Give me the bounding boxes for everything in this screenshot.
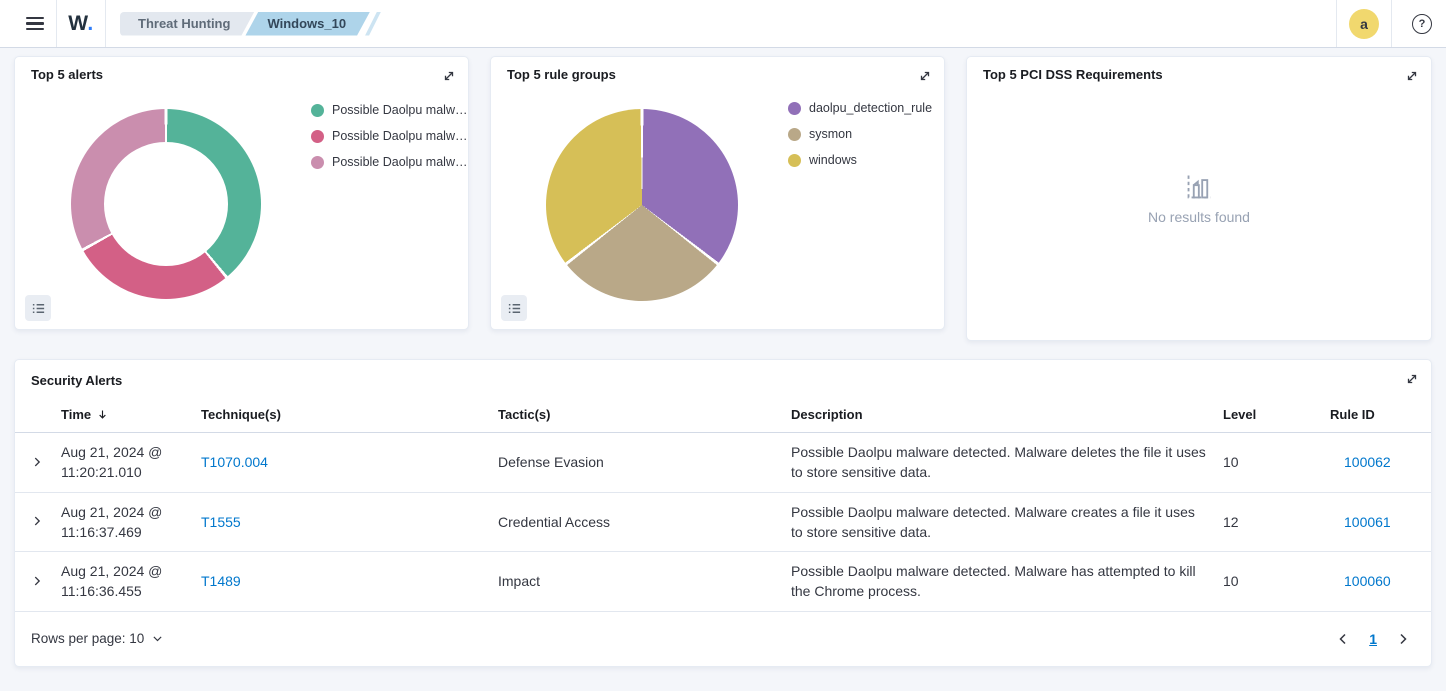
expand-icon[interactable] — [439, 66, 459, 86]
donut-chart-top-alerts[interactable] — [71, 109, 261, 299]
legend-label: daolpu_detection_rule — [809, 101, 932, 115]
technique-link[interactable]: T1070.004 — [201, 454, 268, 470]
hamburger-icon — [26, 17, 44, 19]
row-expander-button[interactable] — [26, 569, 50, 593]
legend-label: Possible Daolpu malw… — [332, 129, 467, 143]
panel-title: Top 5 alerts — [31, 67, 103, 82]
rule-id-link[interactable]: 100062 — [1344, 454, 1391, 470]
expand-icon[interactable] — [1402, 66, 1422, 86]
legend: daolpu_detection_rule sysmon windows — [788, 101, 932, 167]
wazuh-logo: W. — [57, 12, 105, 36]
time-cell: Aug 21, 2024 @ 11:20:21.010 — [61, 433, 201, 493]
chevron-down-icon — [151, 632, 164, 645]
legend-dot — [788, 102, 801, 115]
top-navigation-bar: W. Threat Hunting Windows_10 a ? — [0, 0, 1446, 48]
panel-top-5-alerts: Top 5 alerts Possible Daolpu malw… Possi… — [14, 56, 469, 330]
level-cell: 10 — [1223, 433, 1316, 493]
security-alerts-panel: Security Alerts Time Technique(s) Tactic… — [14, 359, 1432, 667]
list-view-button[interactable] — [25, 295, 51, 321]
tactic-cell: Defense Evasion — [498, 433, 791, 493]
panel-title: Top 5 PCI DSS Requirements — [983, 67, 1163, 82]
column-header-level[interactable]: Level — [1223, 397, 1316, 433]
legend-dot — [311, 156, 324, 169]
table-row: Aug 21, 2024 @ 11:16:37.469 T1555 Creden… — [15, 492, 1431, 552]
visualization-row: Top 5 alerts Possible Daolpu malw… Possi… — [14, 56, 1432, 341]
level-cell: 10 — [1223, 552, 1316, 612]
legend-item[interactable]: Possible Daolpu malw… — [311, 103, 467, 117]
panel-top-5-rule-groups: Top 5 rule groups daolpu_detection_rule … — [490, 56, 945, 330]
legend-item[interactable]: Possible Daolpu malw… — [311, 155, 467, 169]
time-cell: Aug 21, 2024 @ 11:16:37.469 — [61, 492, 201, 552]
chevron-right-icon — [30, 574, 44, 588]
list-icon — [31, 301, 46, 316]
chevron-right-icon — [1395, 631, 1411, 647]
level-cell: 12 — [1223, 492, 1316, 552]
expand-icon[interactable] — [1402, 369, 1422, 389]
divider — [105, 0, 106, 47]
description-cell: Possible Daolpu malware detected. Malwar… — [791, 552, 1223, 612]
description-cell: Possible Daolpu malware detected. Malwar… — [791, 433, 1223, 493]
legend-label: Possible Daolpu malw… — [332, 155, 467, 169]
technique-link[interactable]: T1555 — [201, 514, 241, 530]
column-header-description[interactable]: Description — [791, 397, 1223, 433]
column-header-tactics[interactable]: Tactic(s) — [498, 397, 791, 433]
empty-state: No results found — [967, 57, 1431, 340]
legend: Possible Daolpu malw… Possible Daolpu ma… — [311, 103, 467, 169]
table-row: Aug 21, 2024 @ 11:20:21.010 T1070.004 De… — [15, 433, 1431, 493]
legend-dot — [311, 104, 324, 117]
panel-title: Top 5 rule groups — [507, 67, 616, 82]
legend-label: windows — [809, 153, 857, 167]
legend-item[interactable]: Possible Daolpu malw… — [311, 129, 467, 143]
pie-chart-rule-groups[interactable] — [546, 109, 738, 301]
chevron-right-icon — [30, 455, 44, 469]
page-number[interactable]: 1 — [1365, 631, 1381, 647]
legend-item[interactable]: sysmon — [788, 127, 932, 141]
avatar[interactable]: a — [1349, 9, 1379, 39]
time-cell: Aug 21, 2024 @ 11:16:36.455 — [61, 552, 201, 612]
legend-item[interactable]: daolpu_detection_rule — [788, 101, 932, 115]
panel-top-5-pci-dss: Top 5 PCI DSS Requirements No results fo… — [966, 56, 1432, 341]
pagination: 1 — [1331, 627, 1415, 651]
legend-dot — [311, 130, 324, 143]
chevron-right-icon — [30, 514, 44, 528]
column-header-rule-id[interactable]: Rule ID — [1316, 397, 1431, 433]
breadcrumb-tab-windows-10[interactable]: Windows_10 — [245, 12, 370, 36]
rule-id-link[interactable]: 100060 — [1344, 573, 1391, 589]
technique-link[interactable]: T1489 — [201, 573, 241, 589]
tactic-cell: Impact — [498, 552, 791, 612]
chevron-left-icon — [1335, 631, 1351, 647]
rows-per-page-button[interactable]: Rows per page: 10 — [31, 631, 164, 646]
table-footer: Rows per page: 10 1 — [15, 612, 1431, 666]
security-alerts-title: Security Alerts — [15, 360, 1431, 397]
list-view-button[interactable] — [501, 295, 527, 321]
breadcrumb-tab-threat-hunting[interactable]: Threat Hunting — [120, 12, 254, 36]
row-expander-button[interactable] — [26, 509, 50, 533]
description-cell: Possible Daolpu malware detected. Malwar… — [791, 492, 1223, 552]
legend-label: Possible Daolpu malw… — [332, 103, 467, 117]
security-alerts-table: Time Technique(s) Tactic(s) Description … — [15, 397, 1431, 612]
next-page-button[interactable] — [1391, 627, 1415, 651]
previous-page-button[interactable] — [1331, 627, 1355, 651]
legend-dot — [788, 154, 801, 167]
legend-dot — [788, 128, 801, 141]
breadcrumb: Threat Hunting Windows_10 — [120, 12, 381, 36]
list-icon — [507, 301, 522, 316]
sort-descending-icon — [96, 408, 109, 421]
row-expander-button[interactable] — [26, 450, 50, 474]
column-header-time[interactable]: Time — [61, 397, 201, 433]
legend-label: sysmon — [809, 127, 852, 141]
help-icon[interactable]: ? — [1412, 14, 1432, 34]
bar-chart-icon — [1186, 173, 1213, 200]
expand-icon[interactable] — [915, 66, 935, 86]
legend-item[interactable]: windows — [788, 153, 932, 167]
table-row: Aug 21, 2024 @ 11:16:36.455 T1489 Impact… — [15, 552, 1431, 612]
column-header-techniques[interactable]: Technique(s) — [201, 397, 498, 433]
tactic-cell: Credential Access — [498, 492, 791, 552]
no-results-text: No results found — [1148, 209, 1250, 225]
rule-id-link[interactable]: 100061 — [1344, 514, 1391, 530]
menu-button[interactable] — [14, 0, 56, 47]
